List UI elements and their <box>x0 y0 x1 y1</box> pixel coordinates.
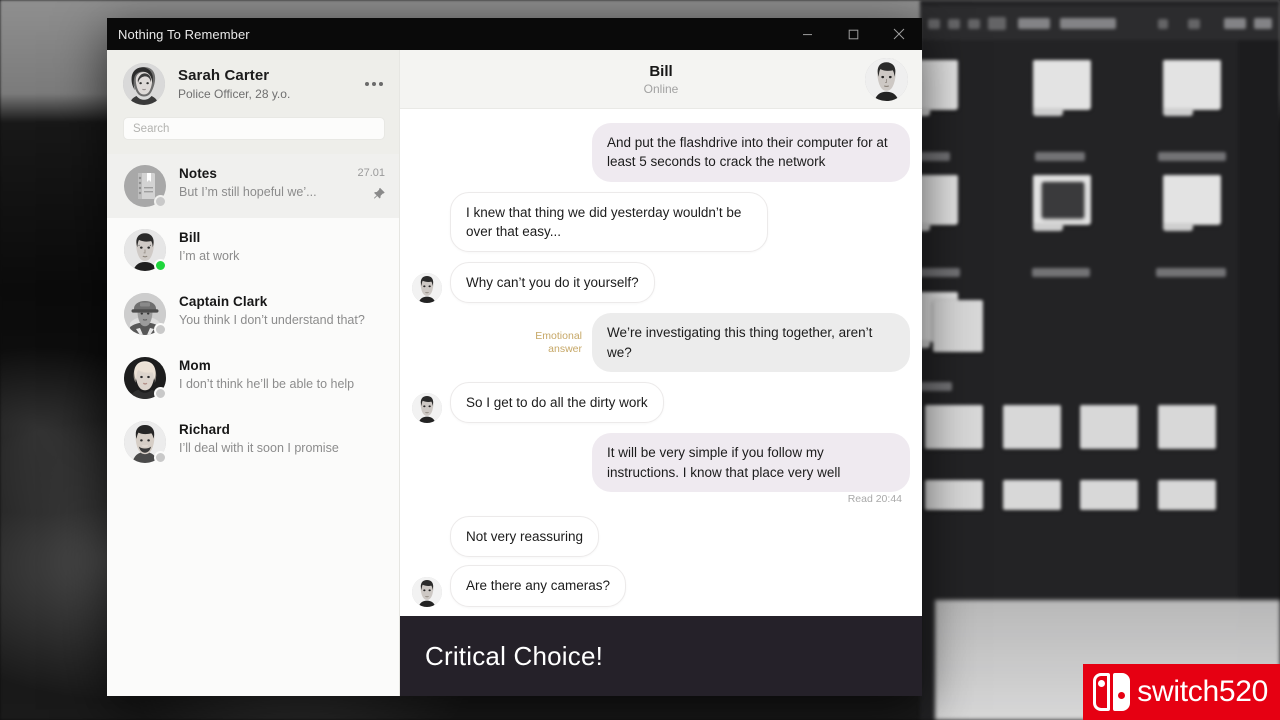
contact-name: Mom <box>179 358 211 373</box>
contact-text-block: Mom I don’t think he’ll be able to help <box>179 357 385 391</box>
nintendo-switch-logo-icon <box>1093 673 1131 711</box>
contact-item-notes[interactable]: Notes But I’m still hopeful we’... 27.01 <box>107 154 399 218</box>
message-bubble-incoming[interactable]: So I get to do all the dirty work <box>450 382 664 424</box>
contact-item-richard[interactable]: Richard I’ll deal with it soon I promise <box>107 410 399 474</box>
window-title: Nothing To Remember <box>118 26 250 42</box>
contact-text-block: Captain Clark You think I don’t understa… <box>179 293 385 327</box>
contact-text-block: Richard I’ll deal with it soon I promise <box>179 421 385 455</box>
message-bubble-outgoing[interactable]: And put the flashdrive into their comput… <box>592 123 910 182</box>
status-dot-offline <box>154 451 167 464</box>
contact-item-mom[interactable]: Mom I don’t think he’ll be able to help <box>107 346 399 410</box>
profile-name: Sarah Carter <box>178 66 270 84</box>
message-bubble-incoming[interactable]: Not very reassuring <box>450 515 600 558</box>
message-row: Why can’t you do it yourself? <box>412 262 910 304</box>
chat-contact-name: Bill <box>649 62 673 80</box>
window-body: Sarah Carter Police Officer, 28 y.o. Sea… <box>107 50 922 696</box>
dot <box>365 81 369 86</box>
window-titlebar[interactable]: Nothing To Remember <box>107 18 922 50</box>
close-icon <box>893 28 905 40</box>
contact-name: Notes <box>179 166 218 181</box>
contact-list: Notes But I’m still hopeful we’... 27.01 <box>107 154 399 696</box>
contact-meta: 27.01 <box>357 165 385 205</box>
chat-contact-status: Online <box>643 81 679 96</box>
background-folder-icon <box>1163 175 1221 231</box>
message-bubble-outgoing[interactable]: We’re investigating this thing together,… <box>592 313 910 373</box>
contacts-sidebar: Sarah Carter Police Officer, 28 y.o. Sea… <box>107 50 400 696</box>
message-row: Are there any cameras? <box>412 565 910 607</box>
contact-text-block: Bill I’m at work <box>179 229 385 263</box>
messenger-app-window: Nothing To Remember Sarah Carter Police … <box>107 18 922 696</box>
search-input[interactable] <box>123 117 385 140</box>
background-explorer-toolbar <box>920 6 1280 40</box>
message-bubble-incoming[interactable]: I knew that thing we did yesterday would… <box>450 191 768 253</box>
close-button[interactable] <box>876 18 922 50</box>
contact-timestamp: 27.01 <box>357 167 385 179</box>
user-profile-header[interactable]: Sarah Carter Police Officer, 28 y.o. <box>107 50 399 117</box>
message-bubble-incoming[interactable]: Why can’t you do it yourself? <box>450 262 655 304</box>
message-bubble-outgoing[interactable]: It will be very simple if you follow my … <box>592 433 910 492</box>
dot <box>379 81 383 86</box>
contact-snippet: You think I don’t understand that? <box>179 313 365 327</box>
sarah-carter-avatar[interactable] <box>123 62 165 105</box>
contact-snippet: I don’t think he’ll be able to help <box>179 377 355 391</box>
critical-choice-text: Critical Choice! <box>425 640 604 671</box>
bill-message-avatar <box>412 273 442 304</box>
message-bubble-incoming[interactable]: Are there any cameras? <box>450 565 627 607</box>
read-receipt: Read 20:44 <box>847 492 902 505</box>
message-row: So I get to do all the dirty work <box>412 382 910 424</box>
pin-icon <box>372 187 385 205</box>
switch520-watermark: switch520 <box>1083 664 1280 720</box>
critical-choice-banner: Critical Choice! <box>400 616 922 696</box>
chat-pane: Bill Online And put the flashdrive into … <box>400 50 922 696</box>
message-row: I knew that thing we did yesterday would… <box>412 191 910 253</box>
contact-item-bill[interactable]: Bill I’m at work <box>107 218 399 282</box>
emotional-answer-tag: Emotional answer <box>535 329 582 355</box>
desktop-background: Nothing To Remember Sarah Carter Police … <box>0 0 1280 720</box>
switch-right-joycon-icon <box>1113 673 1131 711</box>
status-dot-offline <box>154 195 167 208</box>
contact-name: Bill <box>179 230 201 245</box>
message-list: And put the flashdrive into their comput… <box>400 109 922 616</box>
background-folder-icon <box>1163 60 1221 116</box>
profile-menu-button[interactable] <box>363 74 385 94</box>
message-row: Emotional answer We’re investigating thi… <box>412 313 910 373</box>
background-folder-icon <box>1033 60 1091 116</box>
minimize-button[interactable] <box>784 18 830 50</box>
avatar-spacer <box>412 527 442 557</box>
watermark-text: switch520 <box>1137 675 1268 708</box>
contact-name: Richard <box>179 422 230 437</box>
contact-text-block: Notes But I’m still hopeful we’... <box>179 165 357 199</box>
contact-snippet: But I’m still hopeful we’... <box>179 185 317 199</box>
message-row: It will be very simple if you follow my … <box>412 433 910 492</box>
status-dot-online <box>154 259 167 272</box>
search-container <box>107 117 399 154</box>
bill-message-avatar <box>412 393 442 424</box>
contact-item-captain-clark[interactable]: Captain Clark You think I don’t understa… <box>107 282 399 346</box>
switch-left-joycon-icon <box>1093 673 1111 711</box>
dot <box>372 81 376 86</box>
status-dot-offline <box>154 387 167 400</box>
bill-header-avatar[interactable] <box>865 58 908 101</box>
maximize-button[interactable] <box>830 18 876 50</box>
message-row: Not very reassuring <box>412 515 910 558</box>
contact-name: Captain Clark <box>179 294 268 309</box>
minimize-icon <box>802 29 813 40</box>
profile-subtitle: Police Officer, 28 y.o. <box>178 86 291 101</box>
status-dot-offline <box>154 323 167 336</box>
maximize-icon <box>848 29 859 40</box>
bill-message-avatar <box>412 576 442 607</box>
avatar-spacer <box>412 222 442 252</box>
contact-snippet: I’ll deal with it soon I promise <box>179 441 339 455</box>
contact-snippet: I’m at work <box>179 249 240 263</box>
profile-text-block: Sarah Carter Police Officer, 28 y.o. <box>178 67 363 101</box>
message-row: And put the flashdrive into their comput… <box>412 123 910 182</box>
chat-title-block: Bill Online <box>644 63 679 96</box>
chat-header: Bill Online <box>400 50 922 109</box>
window-controls <box>784 18 922 50</box>
